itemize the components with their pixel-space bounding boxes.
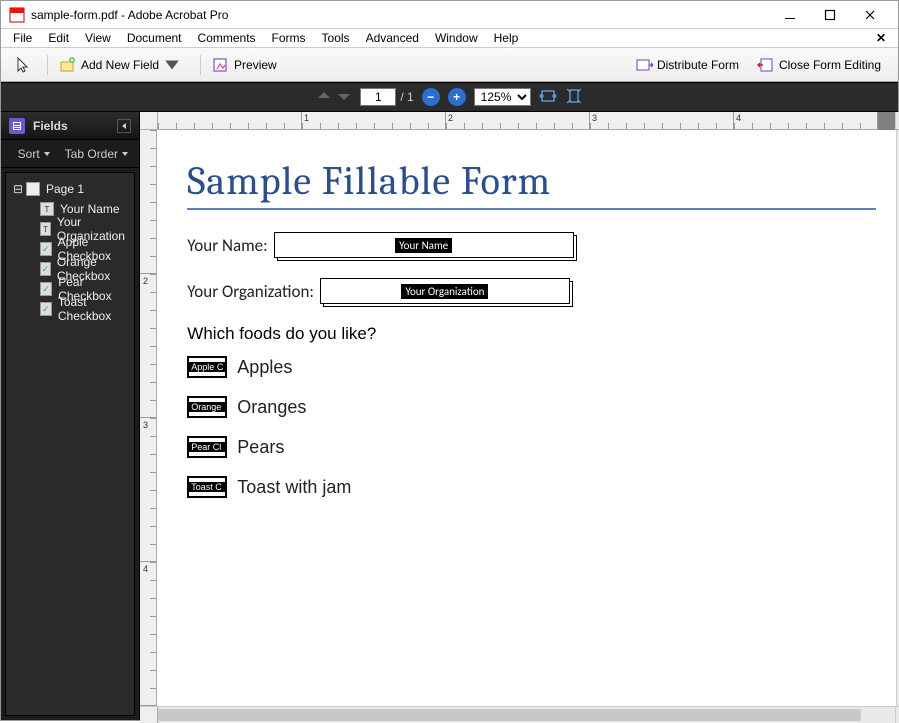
checkbox-label: Apples	[237, 357, 292, 378]
checkbox-row: Toast C Toast with jam	[187, 476, 875, 498]
menu-file[interactable]: File	[5, 31, 40, 45]
page-number-input[interactable]	[360, 88, 396, 106]
menu-window[interactable]: Window	[427, 31, 486, 45]
panel-collapse-button[interactable]	[117, 119, 131, 133]
tree-field-label: Your Name	[60, 202, 120, 216]
distribute-form-label: Distribute Form	[657, 58, 739, 72]
tree-page-label: Page 1	[46, 182, 84, 196]
checkbox-field[interactable]: Apple C	[187, 356, 227, 378]
tab-order-menu[interactable]: Tab Order	[65, 147, 129, 161]
ruler-tick-label: 3	[592, 113, 597, 123]
zoom-in-button[interactable]: +	[448, 88, 466, 106]
menu-comments[interactable]: Comments	[190, 31, 264, 45]
ruler-tick-label: 4	[736, 113, 741, 123]
checkbox-label: Oranges	[237, 397, 306, 418]
ruler-tick-label: 2	[448, 113, 453, 123]
ruler-tick-label: 1	[304, 113, 309, 123]
window-minimize-button[interactable]	[770, 4, 810, 26]
horizontal-ruler: 1 2 3 4	[158, 112, 878, 130]
checkbox-tag: Toast C	[189, 482, 225, 492]
question-label: Which foods do you like?	[187, 324, 875, 344]
horizontal-scrollbar-thumb[interactable]	[158, 709, 861, 721]
distribute-form-button[interactable]: Distribute Form	[628, 52, 746, 78]
ruler-tick-label: 4	[143, 564, 148, 574]
zoom-out-button[interactable]: −	[422, 88, 440, 106]
tree-collapse-icon[interactable]: ⊟	[12, 182, 24, 196]
preview-button[interactable]: Preview	[205, 52, 284, 78]
checkbox-field[interactable]: Toast C	[187, 476, 227, 498]
checkbox-field-icon	[40, 242, 52, 256]
name-field-tag: Your Name	[395, 238, 452, 253]
document-view: 1 2 3 4 2 3 4 Sample Fillable Form Your Name:…	[140, 112, 899, 720]
next-page-button[interactable]	[336, 88, 352, 107]
close-form-editing-button[interactable]: Close Form Editing	[750, 52, 888, 78]
select-tool-button[interactable]	[7, 52, 39, 78]
page-canvas[interactable]: Sample Fillable Form Your Name: Your Nam…	[157, 130, 895, 706]
checkbox-field[interactable]: Pear Cl	[187, 436, 227, 458]
prev-page-button[interactable]	[316, 88, 332, 107]
checkbox-field[interactable]: Orange	[187, 396, 227, 418]
org-field[interactable]: Your Organization	[320, 278, 570, 304]
checkbox-tag: Orange	[189, 402, 225, 412]
ruler-tick-label: 2	[143, 276, 148, 286]
add-new-field-label: Add New Field	[81, 58, 159, 72]
window-title: sample-form.pdf - Adobe Acrobat Pro	[31, 8, 770, 22]
separator	[47, 55, 48, 75]
checkbox-row: Apple C Apples	[187, 356, 875, 378]
checkbox-field-icon	[40, 262, 51, 276]
text-field-icon	[40, 202, 54, 216]
menubar: File Edit View Document Comments Forms T…	[1, 28, 898, 48]
dropdown-caret-icon	[163, 56, 181, 74]
app-icon	[9, 7, 25, 23]
menu-forms[interactable]: Forms	[264, 31, 314, 45]
doc-heading: Sample Fillable Form	[187, 158, 875, 204]
ruler-tick-label: 3	[143, 420, 148, 430]
fit-width-button[interactable]	[539, 87, 557, 108]
fit-page-button[interactable]	[565, 87, 583, 108]
zoom-select[interactable]: 125%	[474, 88, 531, 106]
page-nav-bar: / 1 − + 125%	[1, 82, 898, 112]
name-field-label: Your Name:	[187, 235, 267, 256]
checkbox-label: Toast with jam	[237, 477, 351, 498]
checkbox-row: Pear Cl Pears	[187, 436, 875, 458]
org-field-tag: Your Organization	[401, 284, 488, 299]
menu-tools[interactable]: Tools	[314, 31, 358, 45]
menu-document[interactable]: Document	[119, 31, 190, 45]
name-field[interactable]: Your Name	[274, 232, 574, 258]
org-field-label: Your Organization:	[187, 281, 314, 302]
checkbox-row: Orange Oranges	[187, 396, 875, 418]
form-toolbar: Add New Field Preview Distribute Form Cl…	[1, 48, 898, 82]
menu-advanced[interactable]: Advanced	[358, 31, 427, 45]
menubar-close-icon[interactable]: ✕	[868, 31, 894, 45]
checkbox-tag: Pear Cl	[189, 442, 225, 452]
tree-page-node[interactable]: ⊟ Page 1	[12, 179, 128, 199]
tree-field-item[interactable]: Toast Checkbox	[12, 299, 128, 319]
fields-panel: Fields Sort Tab Order ⊟ Page 1 Your Name…	[1, 112, 140, 720]
sort-menu[interactable]: Sort	[18, 147, 51, 161]
checkbox-field-icon	[40, 302, 52, 316]
close-form-editing-label: Close Form Editing	[779, 58, 881, 72]
page-total-label: / 1	[400, 90, 413, 104]
vertical-ruler: 2 3 4	[140, 130, 157, 706]
titlebar: sample-form.pdf - Adobe Acrobat Pro	[1, 1, 898, 28]
menu-help[interactable]: Help	[486, 31, 527, 45]
checkbox-label: Pears	[237, 437, 284, 458]
menu-edit[interactable]: Edit	[40, 31, 77, 45]
fields-tree[interactable]: ⊟ Page 1 Your NameYour OrganizationApple…	[5, 172, 135, 716]
checkbox-field-icon	[40, 282, 52, 296]
heading-rule	[187, 208, 875, 210]
menu-view[interactable]: View	[77, 31, 119, 45]
text-field-icon	[40, 222, 51, 236]
fields-panel-icon	[9, 118, 25, 134]
separator	[200, 55, 201, 75]
add-new-field-button[interactable]: Add New Field	[52, 52, 192, 78]
fields-panel-title: Fields	[33, 119, 68, 133]
window-close-button[interactable]	[850, 4, 890, 26]
window-maximize-button[interactable]	[810, 4, 850, 26]
preview-label: Preview	[234, 58, 277, 72]
tree-field-label: Toast Checkbox	[58, 295, 128, 323]
checkbox-tag: Apple C	[189, 362, 225, 372]
horizontal-scrollbar[interactable]	[158, 706, 895, 723]
page-icon	[26, 182, 40, 196]
